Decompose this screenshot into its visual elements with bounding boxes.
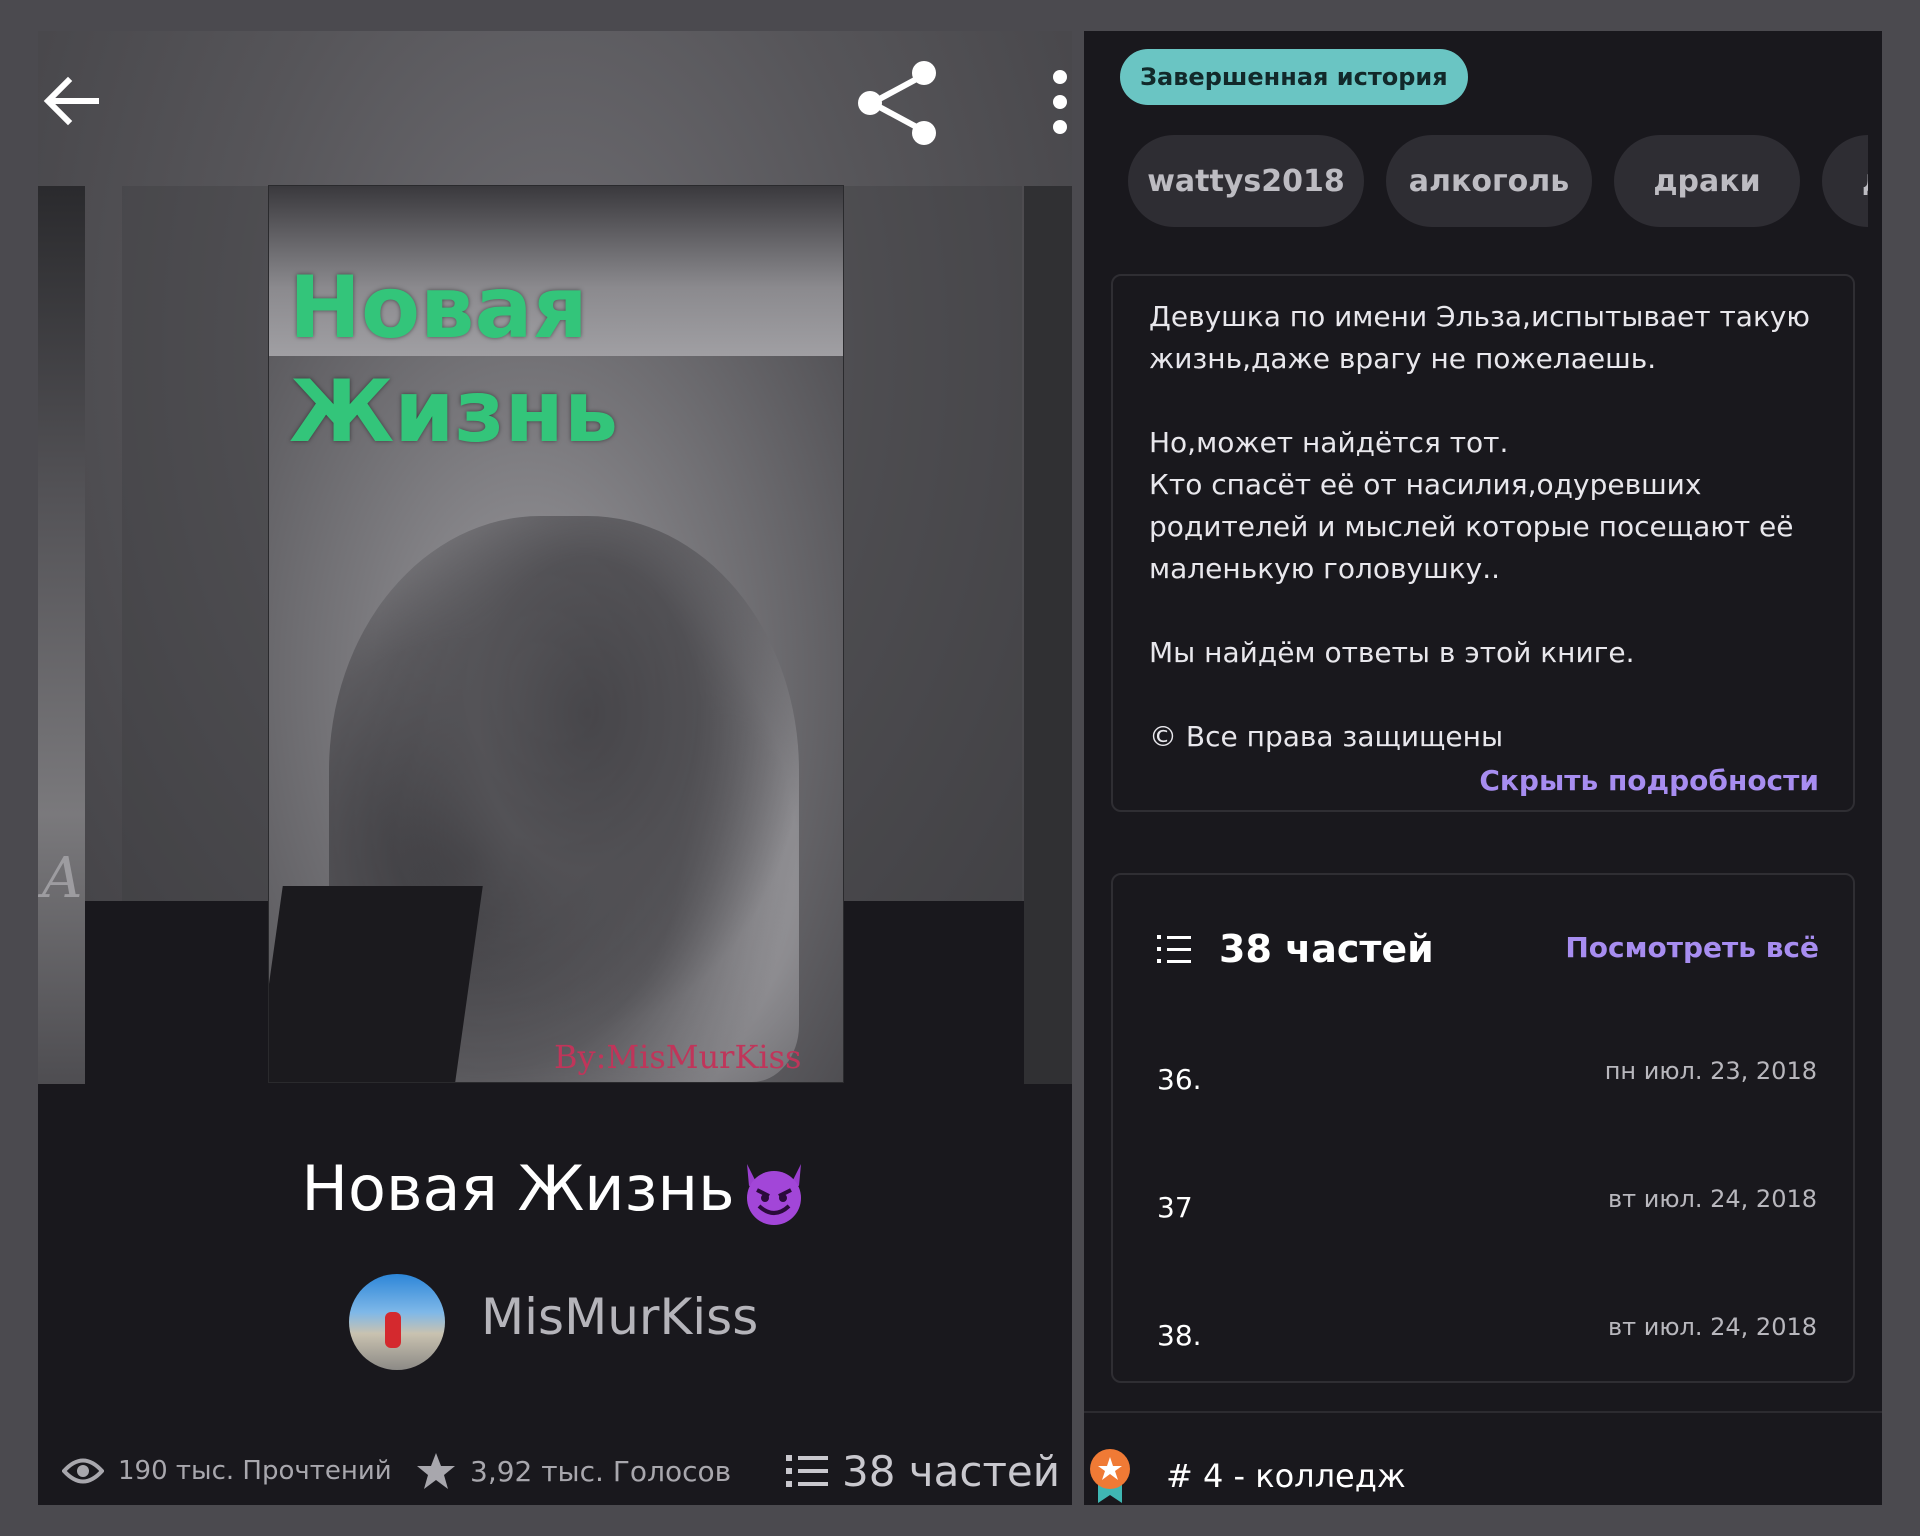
list-icon — [1157, 935, 1191, 963]
copyright-notice: © Все права защищены — [1149, 720, 1504, 753]
eye-icon — [62, 1458, 104, 1484]
divider — [1084, 1411, 1882, 1413]
part-number: 36. — [1157, 1063, 1202, 1096]
view-all-link[interactable]: Посмотреть всё — [1565, 931, 1819, 964]
author-name[interactable]: MisMurKiss — [481, 1288, 758, 1346]
table-of-contents-card: 38 частей Посмотреть всё 36. пн июл. 23,… — [1111, 873, 1855, 1383]
ranking-badge-icon — [1090, 1449, 1130, 1503]
previous-cover-peek[interactable]: A — [38, 186, 85, 1084]
list-item[interactable]: 38. вт июл. 24, 2018 — [1157, 1313, 1817, 1369]
reads-stat: 190 тыс. Прочтений — [62, 1441, 392, 1501]
part-date: вт июл. 24, 2018 — [1607, 1313, 1817, 1341]
story-description: Девушка по имени Эльза,испытывает такую … — [1149, 296, 1829, 758]
votes-stat: 3,92 тыс. Голосов — [416, 1441, 731, 1501]
story-stats: 190 тыс. Прочтений 3,92 тыс. Голосов 38 … — [38, 1441, 1072, 1501]
story-cover-panel: A Новая Жизнь By:MisMurKiss Новая Жизнь — [38, 31, 1072, 1505]
completed-badge: Завершенная история — [1120, 49, 1468, 105]
tag-chip[interactable]: алкоголь — [1386, 135, 1592, 227]
part-number: 37 — [1157, 1191, 1193, 1224]
tag-chip[interactable]: д — [1822, 135, 1868, 227]
cover-title-art: Новая Жизнь — [289, 258, 619, 462]
avatar[interactable] — [349, 1274, 445, 1370]
tag-list: wattys2018 алкоголь драки д — [1128, 135, 1868, 229]
story-details-panel: Завершенная история wattys2018 алкоголь … — [1084, 31, 1882, 1505]
parts-stat[interactable]: 38 частей — [786, 1441, 1060, 1501]
parts-count: 38 частей — [1219, 927, 1434, 971]
list-item[interactable]: 36. пн июл. 23, 2018 — [1157, 1057, 1817, 1113]
story-title: Новая Жизнь — [38, 1149, 1072, 1229]
hide-details-link[interactable]: Скрыть подробности — [1479, 764, 1819, 797]
list-item[interactable]: 37 вт июл. 24, 2018 — [1157, 1185, 1817, 1241]
list-icon — [786, 1455, 828, 1487]
parts-header[interactable]: 38 частей — [1157, 919, 1434, 979]
ranking-text: # 4 - колледж — [1166, 1457, 1406, 1495]
tag-chip[interactable]: драки — [1614, 135, 1800, 227]
next-cover-peek[interactable] — [1024, 186, 1072, 1084]
part-date: пн июл. 23, 2018 — [1604, 1057, 1817, 1085]
share-icon[interactable] — [850, 53, 946, 149]
cover-byline: By:MisMurKiss — [554, 1038, 802, 1076]
arrow-left-icon[interactable] — [38, 61, 118, 141]
star-icon — [417, 1453, 455, 1489]
smiling-devil-icon — [746, 1163, 801, 1225]
kebab-menu-icon[interactable] — [1050, 67, 1070, 137]
description-card: Девушка по имени Эльза,испытывает такую … — [1111, 274, 1855, 812]
part-date: вт июл. 24, 2018 — [1607, 1185, 1817, 1213]
part-number: 38. — [1157, 1319, 1202, 1352]
tag-chip[interactable]: wattys2018 — [1128, 135, 1364, 227]
book-cover-image[interactable]: Новая Жизнь By:MisMurKiss — [269, 186, 843, 1082]
